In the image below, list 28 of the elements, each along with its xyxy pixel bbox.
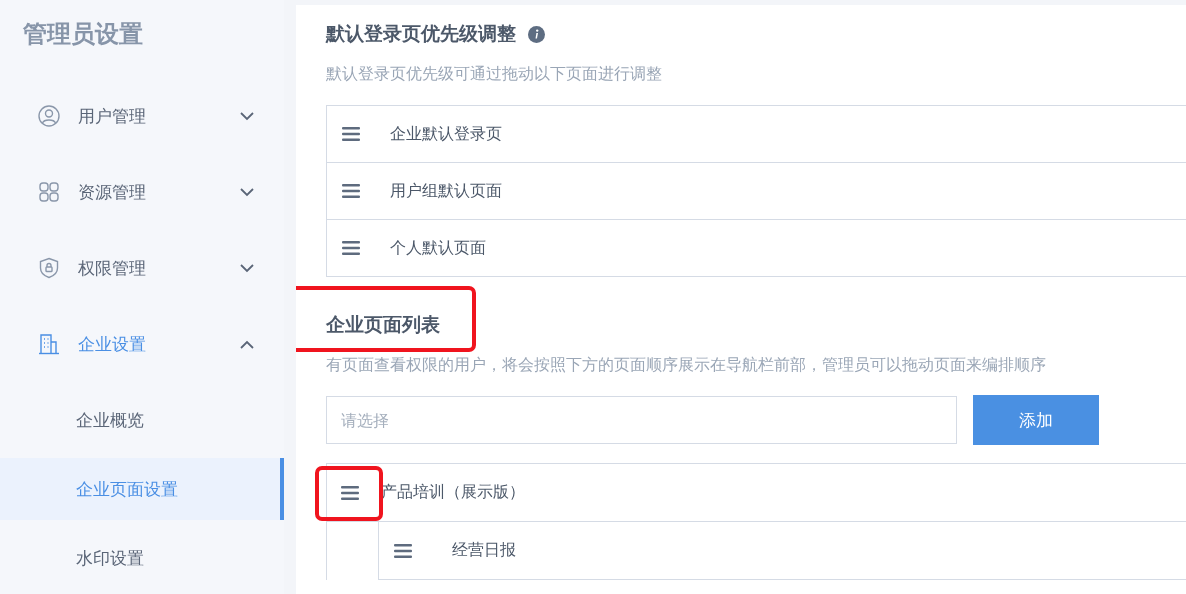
drag-handle-icon[interactable]: [394, 543, 412, 558]
menu-item[interactable]: 企业设置: [0, 306, 284, 382]
menu-item[interactable]: 权限管理: [0, 230, 284, 306]
section-title: 企业页面列表: [326, 313, 440, 335]
section-description: 有页面查看权限的用户，将会按照下方的页面顺序展示在导航栏前部，管理员可以拖动页面来编排顺序: [326, 355, 1047, 376]
submenu-item[interactable]: 企业页面设置: [0, 458, 284, 520]
drag-handle-icon[interactable]: [341, 485, 359, 500]
grid-icon: [38, 181, 60, 203]
submenu-item[interactable]: 企业概览: [0, 389, 284, 451]
drag-handle-icon[interactable]: [342, 184, 360, 198]
menu-item[interactable]: 资源管理: [0, 154, 284, 230]
priority-item[interactable]: 用户组默认页面: [390, 180, 502, 202]
sidebar-title: 管理员设置: [22, 19, 144, 50]
building-icon: [38, 333, 60, 355]
drag-handle-icon[interactable]: [342, 241, 360, 255]
priority-item[interactable]: 企业默认登录页: [390, 123, 502, 145]
section-title: 默认登录页优先级调整: [326, 21, 516, 46]
user-icon: [38, 105, 60, 127]
menu-item[interactable]: 用户管理: [0, 78, 284, 154]
shield-lock-icon: [38, 257, 60, 279]
info-icon[interactable]: [528, 25, 545, 43]
page-item[interactable]: 经营日报: [452, 540, 516, 561]
submenu-item[interactable]: 水印设置: [0, 527, 284, 589]
priority-item[interactable]: 个人默认页面: [390, 237, 486, 259]
select-field[interactable]: 请选择: [326, 396, 957, 444]
add-button[interactable]: 添加: [973, 395, 1099, 445]
drag-handle-icon[interactable]: [342, 127, 360, 141]
section-description: 默认登录页优先级可通过拖动以下页面进行调整: [326, 64, 663, 85]
